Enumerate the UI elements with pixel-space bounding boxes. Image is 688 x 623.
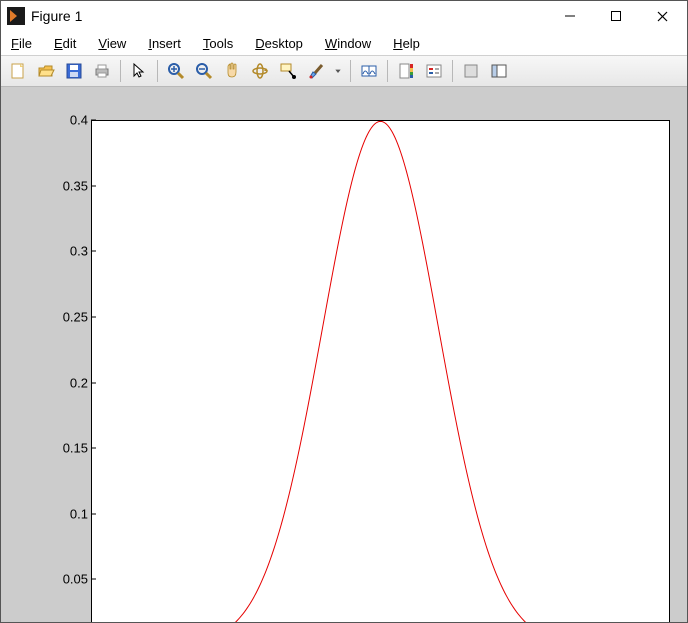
menu-desktop[interactable]: Desktop: [251, 34, 307, 53]
dock-icon[interactable]: [486, 58, 512, 84]
y-tick-mark: [91, 448, 96, 449]
menu-file[interactable]: File: [7, 34, 36, 53]
figure-client-area: 00.050.10.150.20.250.30.350.4-5-4-3-2-10…: [1, 87, 687, 622]
title-bar[interactable]: Figure 1: [1, 1, 687, 31]
hide-tools-icon[interactable]: [458, 58, 484, 84]
toolbar: [1, 55, 687, 87]
y-tick-label: 0.1: [48, 506, 88, 521]
figure-window: Figure 1 File Edit View Insert Tools Desktop W…: [0, 0, 688, 623]
print-icon[interactable]: [89, 58, 115, 84]
y-tick-label: 0.2: [48, 375, 88, 390]
line-plot: [91, 120, 670, 622]
minimize-button[interactable]: [547, 1, 593, 31]
y-tick-label: 0.4: [48, 113, 88, 128]
toolbar-separator: [157, 60, 158, 82]
new-figure-icon[interactable]: [5, 58, 31, 84]
window-title: Figure 1: [31, 8, 82, 24]
menu-tools[interactable]: Tools: [199, 34, 237, 53]
y-tick-mark: [91, 382, 96, 383]
y-tick-mark: [91, 185, 96, 186]
zoom-in-icon[interactable]: [163, 58, 189, 84]
data-cursor-icon[interactable]: [275, 58, 301, 84]
toolbar-separator: [350, 60, 351, 82]
series-normal-pdf: [91, 121, 670, 622]
y-tick-label: 0.3: [48, 244, 88, 259]
toolbar-separator: [120, 60, 121, 82]
close-button[interactable]: [639, 1, 685, 31]
y-tick-mark: [91, 120, 96, 121]
y-tick-mark: [91, 513, 96, 514]
brush-dropdown-icon[interactable]: [331, 58, 345, 84]
zoom-out-icon[interactable]: [191, 58, 217, 84]
open-icon[interactable]: [33, 58, 59, 84]
menu-edit[interactable]: Edit: [50, 34, 80, 53]
menu-bar: File Edit View Insert Tools Desktop Window Help: [1, 31, 687, 55]
y-tick-mark: [91, 251, 96, 252]
save-icon[interactable]: [61, 58, 87, 84]
toolbar-separator: [452, 60, 453, 82]
menu-view[interactable]: View: [94, 34, 130, 53]
menu-insert[interactable]: Insert: [144, 34, 185, 53]
insert-colorbar-icon[interactable]: [393, 58, 419, 84]
matlab-icon: [7, 7, 25, 25]
menu-window[interactable]: Window: [321, 34, 375, 53]
link-plot-icon[interactable]: [356, 58, 382, 84]
menu-help[interactable]: Help: [389, 34, 424, 53]
y-tick-mark: [91, 579, 96, 580]
y-tick-label: 0.15: [48, 441, 88, 456]
toolbar-separator: [387, 60, 388, 82]
y-tick-label: 0.05: [48, 572, 88, 587]
rotate-3d-icon[interactable]: [247, 58, 273, 84]
pan-icon[interactable]: [219, 58, 245, 84]
axes-container: 00.050.10.150.20.250.30.350.4-5-4-3-2-10…: [50, 120, 670, 622]
pointer-icon[interactable]: [126, 58, 152, 84]
y-tick-mark: [91, 316, 96, 317]
y-tick-label: 0.25: [48, 309, 88, 324]
insert-legend-icon[interactable]: [421, 58, 447, 84]
brush-icon[interactable]: [303, 58, 329, 84]
maximize-button[interactable]: [593, 1, 639, 31]
y-tick-label: 0.35: [48, 178, 88, 193]
